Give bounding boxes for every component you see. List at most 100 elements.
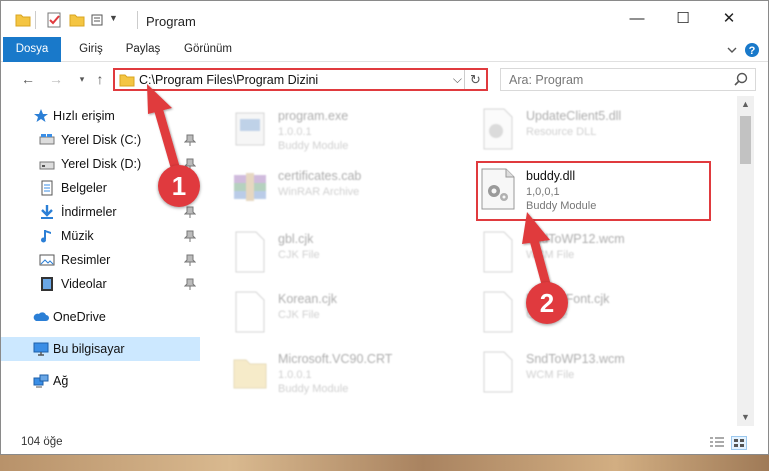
help-icon[interactable]: ? — [744, 42, 760, 58]
file-name: certificates.cab — [278, 169, 362, 183]
recent-locations-icon[interactable]: ▾ — [73, 70, 91, 88]
file-item-sndtowp12-wcm[interactable]: SndToWP12.wcm WCM File — [478, 224, 718, 280]
pin-icon[interactable] — [183, 134, 197, 146]
pin-icon[interactable] — [183, 278, 197, 290]
sidebar-item-quick-access[interactable]: Hızlı erişim — [1, 104, 200, 128]
desktop-background — [0, 455, 769, 471]
file-detail: WinRAR Archive — [278, 186, 360, 198]
cloud-icon — [33, 309, 49, 325]
sidebar-item-network[interactable]: Ağ — [1, 369, 200, 393]
dll-icon — [478, 107, 518, 151]
sidebar-item-label: OneDrive — [53, 310, 106, 324]
ribbon-expand-icon[interactable] — [726, 42, 738, 58]
search-input[interactable]: Ara: Program — [509, 73, 583, 87]
svg-text:?: ? — [749, 45, 756, 57]
file-name: program.exe — [278, 109, 349, 123]
pin-icon[interactable] — [183, 230, 197, 242]
file-icon — [478, 230, 518, 274]
file-name: SndToWP13.wcm — [526, 352, 625, 366]
sidebar-item-pictures[interactable]: Resimler — [1, 248, 200, 272]
drive-icon — [39, 156, 55, 172]
sidebar-item-local-disk-c[interactable]: Yerel Disk (C:) — [1, 128, 200, 152]
sidebar-item-label: Resimler — [61, 253, 111, 267]
file-detail: Resource DLL — [526, 126, 597, 138]
title-bar: ▼ Program — ☐ ✕ — [1, 1, 768, 37]
pin-icon[interactable] — [183, 254, 197, 266]
star-icon — [33, 108, 49, 124]
file-detail: CJK File — [278, 309, 320, 321]
file-detail: WCM File — [526, 249, 575, 261]
scroll-down-icon[interactable]: ▼ — [737, 409, 754, 426]
file-item-updateclient-dll[interactable]: UpdateClient5.dll Resource DLL — [478, 101, 718, 157]
sidebar-item-label: Yerel Disk (D:) — [61, 157, 142, 171]
sidebar-item-onedrive[interactable]: OneDrive — [1, 305, 200, 329]
address-bar[interactable]: C:\Program Files\Program Dizini ⌵ ↻ — [113, 68, 488, 91]
maximize-button[interactable]: ☐ — [660, 1, 706, 37]
computer-icon — [33, 341, 49, 357]
status-bar: 104 öğe — [1, 426, 768, 454]
vertical-scrollbar[interactable]: ▲ ▼ — [737, 96, 754, 426]
up-arrow-icon[interactable]: ↑ — [91, 70, 109, 88]
large-icons-view-icon[interactable] — [731, 436, 747, 450]
tab-share[interactable]: Paylaş — [121, 37, 165, 62]
sidebar-item-label: Bu bilgisayar — [53, 342, 125, 356]
sidebar-item-videos[interactable]: Videolar — [1, 272, 200, 296]
forward-arrow-icon[interactable]: → — [47, 70, 65, 88]
address-path[interactable]: C:\Program Files\Program Dizini — [139, 73, 318, 87]
file-item-gbl-cjk[interactable]: gbl.cjk CJK File — [230, 224, 470, 280]
file-name: Korean.cjk — [278, 292, 338, 306]
search-box[interactable]: Ara: Program — [500, 68, 756, 91]
exe-icon — [230, 107, 270, 151]
search-icon[interactable] — [733, 71, 749, 90]
step-badge-1: 1 — [158, 165, 200, 207]
sidebar-item-label: Ağ — [53, 374, 69, 388]
archive-icon — [230, 167, 270, 211]
file-item-korean-cjk[interactable]: Korean.cjk CJK File — [230, 284, 470, 340]
file-item-program-exe[interactable]: program.exe 1.0.0.1 Buddy Module — [230, 101, 470, 157]
music-icon — [39, 228, 55, 244]
properties-icon[interactable] — [46, 12, 62, 28]
sidebar-item-music[interactable]: Müzik — [1, 224, 200, 248]
back-arrow-icon[interactable]: ← — [19, 70, 37, 88]
chevron-down-icon[interactable]: ⌵ — [453, 72, 462, 87]
new-folder-icon[interactable] — [69, 12, 85, 28]
details-view-icon[interactable] — [709, 436, 725, 450]
file-item-sndtowp13-wcm[interactable]: SndToWP13.wcm WCM File — [478, 344, 718, 400]
ribbon-tabs: Dosya Giriş Paylaş Görünüm ? — [1, 37, 768, 93]
file-detail: WCM File — [526, 369, 575, 381]
file-detail: Buddy Module — [278, 140, 349, 152]
customize-toolbar-icon[interactable] — [91, 12, 107, 28]
chevron-down-icon[interactable]: ▼ — [109, 13, 118, 23]
tab-view[interactable]: Görünüm — [179, 37, 237, 62]
highlight-box — [476, 161, 711, 221]
sidebar-item-this-pc[interactable]: Bu bilgisayar — [1, 337, 200, 361]
file-name: gbl.cjk — [278, 232, 314, 246]
pictures-icon — [39, 252, 55, 268]
videos-icon — [39, 276, 55, 292]
file-icon — [230, 290, 270, 334]
folder-icon — [230, 350, 270, 394]
file-item-certificates-cab[interactable]: certificates.cab WinRAR Archive — [230, 161, 470, 217]
network-icon — [33, 373, 49, 389]
minimize-button[interactable]: — — [614, 1, 660, 37]
folder-icon — [119, 73, 135, 90]
file-item-microsoft-vc90-crt[interactable]: Microsoft.VC90.CRT 1.0.0.1 Buddy Module — [230, 344, 470, 400]
step-badge-2: 2 — [526, 282, 568, 324]
file-item-defaultfont-cjk[interactable]: DefaultFont.cjk CJK File — [478, 284, 718, 340]
refresh-icon[interactable]: ↻ — [464, 70, 486, 89]
close-button[interactable]: ✕ — [706, 1, 752, 37]
window-title: Program — [146, 14, 196, 29]
sidebar-item-label: Hızlı erişim — [53, 109, 115, 123]
navigation-pane: Hızlı erişim Yerel Disk (C:) Yerel Disk … — [1, 96, 204, 426]
drive-icon — [39, 132, 55, 148]
explorer-window: ▼ Program — ☐ ✕ Dosya Giriş Paylaş Görün… — [0, 0, 769, 455]
pin-icon[interactable] — [183, 206, 197, 218]
file-icon — [478, 290, 518, 334]
file-detail: 1.0.0.1 — [278, 126, 312, 138]
sidebar-item-label: Müzik — [61, 229, 94, 243]
file-name: Microsoft.VC90.CRT — [278, 352, 393, 366]
sidebar-item-label: Videolar — [61, 277, 107, 291]
tab-home[interactable]: Giriş — [71, 37, 111, 62]
scrollbar-thumb[interactable] — [740, 116, 751, 164]
scroll-up-icon[interactable]: ▲ — [737, 96, 754, 113]
